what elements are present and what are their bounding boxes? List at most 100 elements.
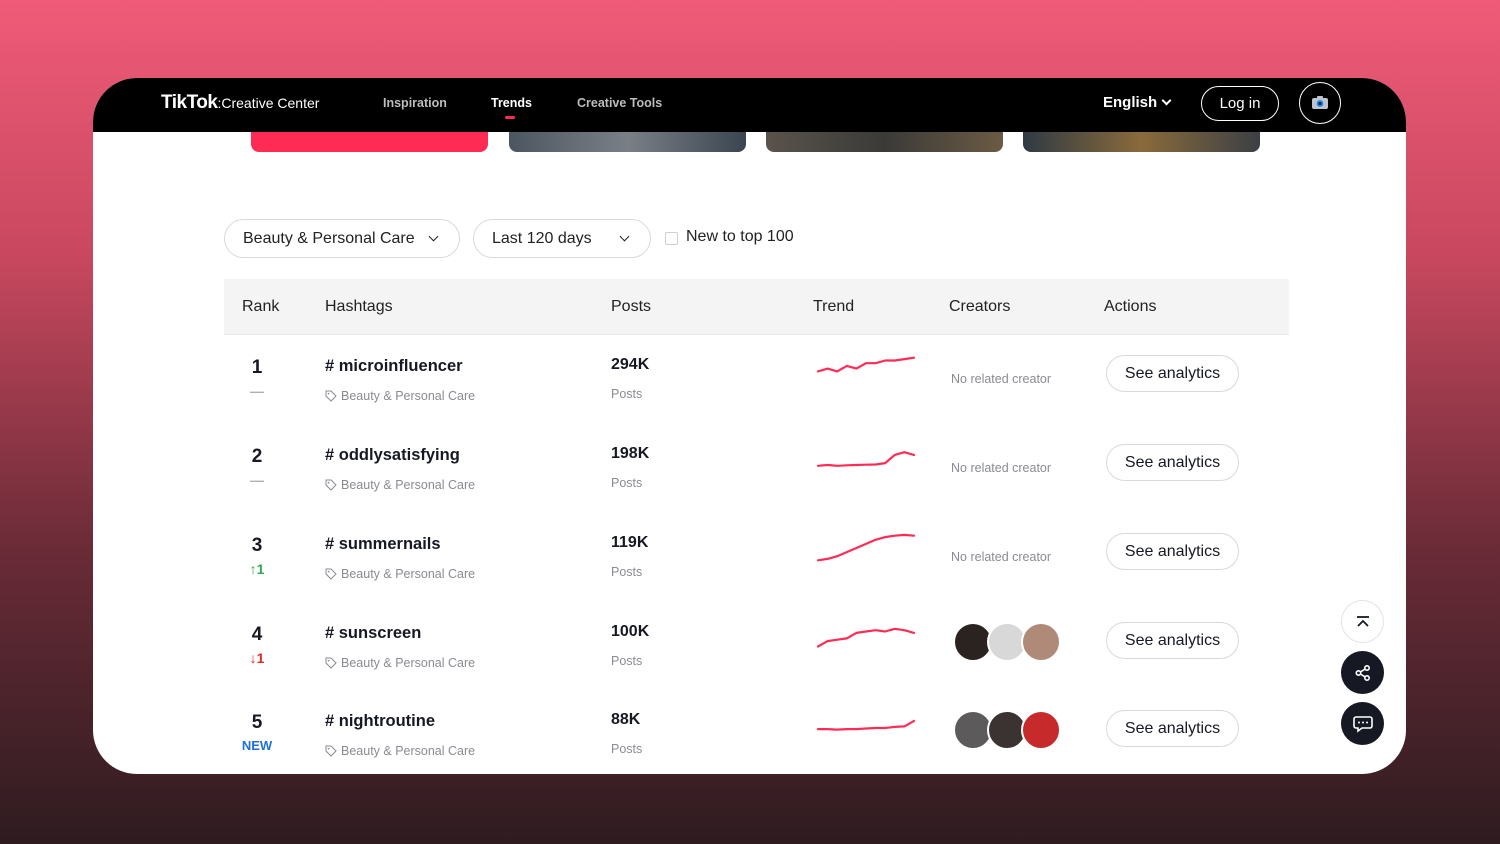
new-to-top-checkbox[interactable] — [665, 232, 678, 245]
posts-count: 119K — [611, 534, 649, 551]
hashtag-name[interactable]: # summernails — [325, 535, 441, 554]
posts-label: Posts — [611, 742, 643, 756]
table-row: 4 ↓1 # sunscreen Beauty & Personal Care … — [224, 602, 1289, 691]
tag-icon — [325, 568, 337, 580]
table-row: 3 ↑1 # summernails Beauty & Personal Car… — [224, 513, 1289, 602]
posts-count: 100K — [611, 623, 650, 640]
rank-change: ↓1 — [249, 650, 265, 666]
category-text: Beauty & Personal Care — [341, 389, 476, 403]
camera-icon — [1312, 96, 1328, 109]
see-analytics-button[interactable]: See analytics — [1106, 710, 1239, 747]
tag-icon — [325, 390, 337, 402]
header-rank: Rank — [242, 298, 280, 315]
rank-change: — — [250, 472, 264, 488]
category-label: Beauty & Personal Care — [325, 656, 475, 670]
industry-value: Beauty & Personal Care — [243, 229, 415, 247]
tag-icon — [325, 479, 337, 491]
see-analytics-button[interactable]: See analytics — [1106, 533, 1239, 570]
no-creator-text: No related creator — [951, 461, 1052, 475]
logo-brand: TikTok — [161, 92, 218, 113]
chevron-down-icon — [428, 231, 439, 242]
nav-creative-tools[interactable]: Creative Tools — [577, 96, 662, 110]
rank-number: 2 — [251, 446, 263, 467]
nav-trends[interactable]: Trends — [491, 96, 532, 119]
login-button[interactable]: Log in — [1201, 86, 1279, 121]
rank-change: NEW — [241, 738, 273, 753]
trend-line — [816, 627, 916, 648]
posts-label: Posts — [611, 654, 643, 668]
category-label: Beauty & Personal Care — [325, 478, 475, 492]
see-analytics-button[interactable]: See analytics — [1106, 444, 1239, 481]
trend-sparkline — [816, 451, 916, 467]
period-value: Last 120 days — [492, 229, 592, 247]
see-analytics-button[interactable]: See analytics — [1106, 355, 1239, 392]
profile-button[interactable] — [1299, 82, 1341, 124]
trend-sparkline — [816, 627, 916, 648]
back-to-top-button[interactable] — [1341, 600, 1384, 643]
trend-line — [816, 451, 916, 467]
rank-number: 4 — [251, 624, 263, 645]
category-text: Beauty & Personal Care — [341, 567, 476, 581]
hashtag-name[interactable]: # oddlysatisfying — [325, 446, 460, 465]
no-creator-text: No related creator — [951, 372, 1052, 386]
header-posts: Posts — [611, 298, 652, 315]
chevron-down-icon — [1161, 95, 1172, 106]
tag-icon — [325, 657, 337, 669]
feedback-icon — [1352, 715, 1373, 733]
trend-line — [816, 533, 916, 562]
browser-window: TikTok:Creative Center Inspiration Trend… — [93, 78, 1406, 774]
table-row: 2 — # oddlysatisfying Beauty & Personal … — [224, 424, 1289, 513]
category-label: Beauty & Personal Care — [325, 567, 475, 581]
posts-label: Posts — [611, 565, 643, 579]
top-navigation-bar: TikTok:Creative Center Inspiration Trend… — [93, 78, 1406, 132]
trend-sparkline — [816, 719, 916, 731]
table-row: 5 NEW # nightroutine Beauty & Personal C… — [224, 690, 1289, 774]
no-creator-text: No related creator — [951, 550, 1052, 564]
rank-number: 1 — [251, 357, 263, 378]
posts-label: Posts — [611, 387, 643, 401]
back-to-top-icon — [1356, 615, 1369, 627]
rank-change: — — [250, 383, 264, 399]
header-creators: Creators — [949, 298, 1011, 315]
trend-line — [816, 356, 916, 373]
posts-count: 294K — [611, 356, 650, 373]
category-label: Beauty & Personal Care — [325, 744, 475, 758]
industry-dropdown[interactable]: Beauty & Personal Care — [224, 219, 460, 258]
language-label: English — [1103, 94, 1158, 111]
language-selector[interactable]: English — [1103, 94, 1172, 111]
category-text: Beauty & Personal Care — [341, 478, 476, 492]
posts-label: Posts — [611, 476, 643, 490]
chevron-down-icon — [619, 231, 630, 242]
header-hashtags: Hashtags — [325, 298, 393, 315]
trend-line — [816, 719, 916, 731]
period-dropdown[interactable]: Last 120 days — [473, 219, 651, 258]
rank-number: 3 — [251, 535, 263, 556]
nav-inspiration[interactable]: Inspiration — [383, 96, 447, 110]
tiktok-creative-center-logo[interactable]: TikTok:Creative Center — [161, 92, 319, 114]
rank-number: 5 — [251, 712, 263, 733]
table-header: Rank Hashtags Posts Trend Creators Actio… — [224, 279, 1289, 335]
feedback-button[interactable] — [1341, 702, 1384, 745]
see-analytics-button[interactable]: See analytics — [1106, 622, 1239, 659]
trend-sparkline — [816, 533, 916, 562]
trend-sparkline — [816, 356, 916, 373]
hashtag-name[interactable]: # nightroutine — [325, 712, 435, 731]
hashtag-name[interactable]: # microinfluencer — [325, 357, 463, 376]
hashtag-name[interactable]: # sunscreen — [325, 624, 421, 643]
header-actions: Actions — [1104, 298, 1157, 315]
rank-change: ↑1 — [249, 561, 265, 577]
logo-sub: :Creative Center — [217, 95, 320, 111]
table-row: 1 — # microinfluencer Beauty & Personal … — [224, 335, 1289, 424]
share-button[interactable] — [1341, 651, 1384, 694]
category-label: Beauty & Personal Care — [325, 389, 475, 403]
creator-avatar[interactable] — [1021, 622, 1061, 662]
new-to-top-label[interactable]: New to top 100 — [686, 228, 794, 246]
header-trend: Trend — [813, 298, 855, 315]
posts-count: 198K — [611, 445, 650, 462]
category-text: Beauty & Personal Care — [341, 744, 476, 758]
creator-avatar[interactable] — [1021, 710, 1061, 750]
posts-count: 88K — [611, 711, 641, 728]
category-text: Beauty & Personal Care — [341, 656, 476, 670]
tag-icon — [325, 745, 337, 757]
share-icon — [1354, 664, 1370, 681]
